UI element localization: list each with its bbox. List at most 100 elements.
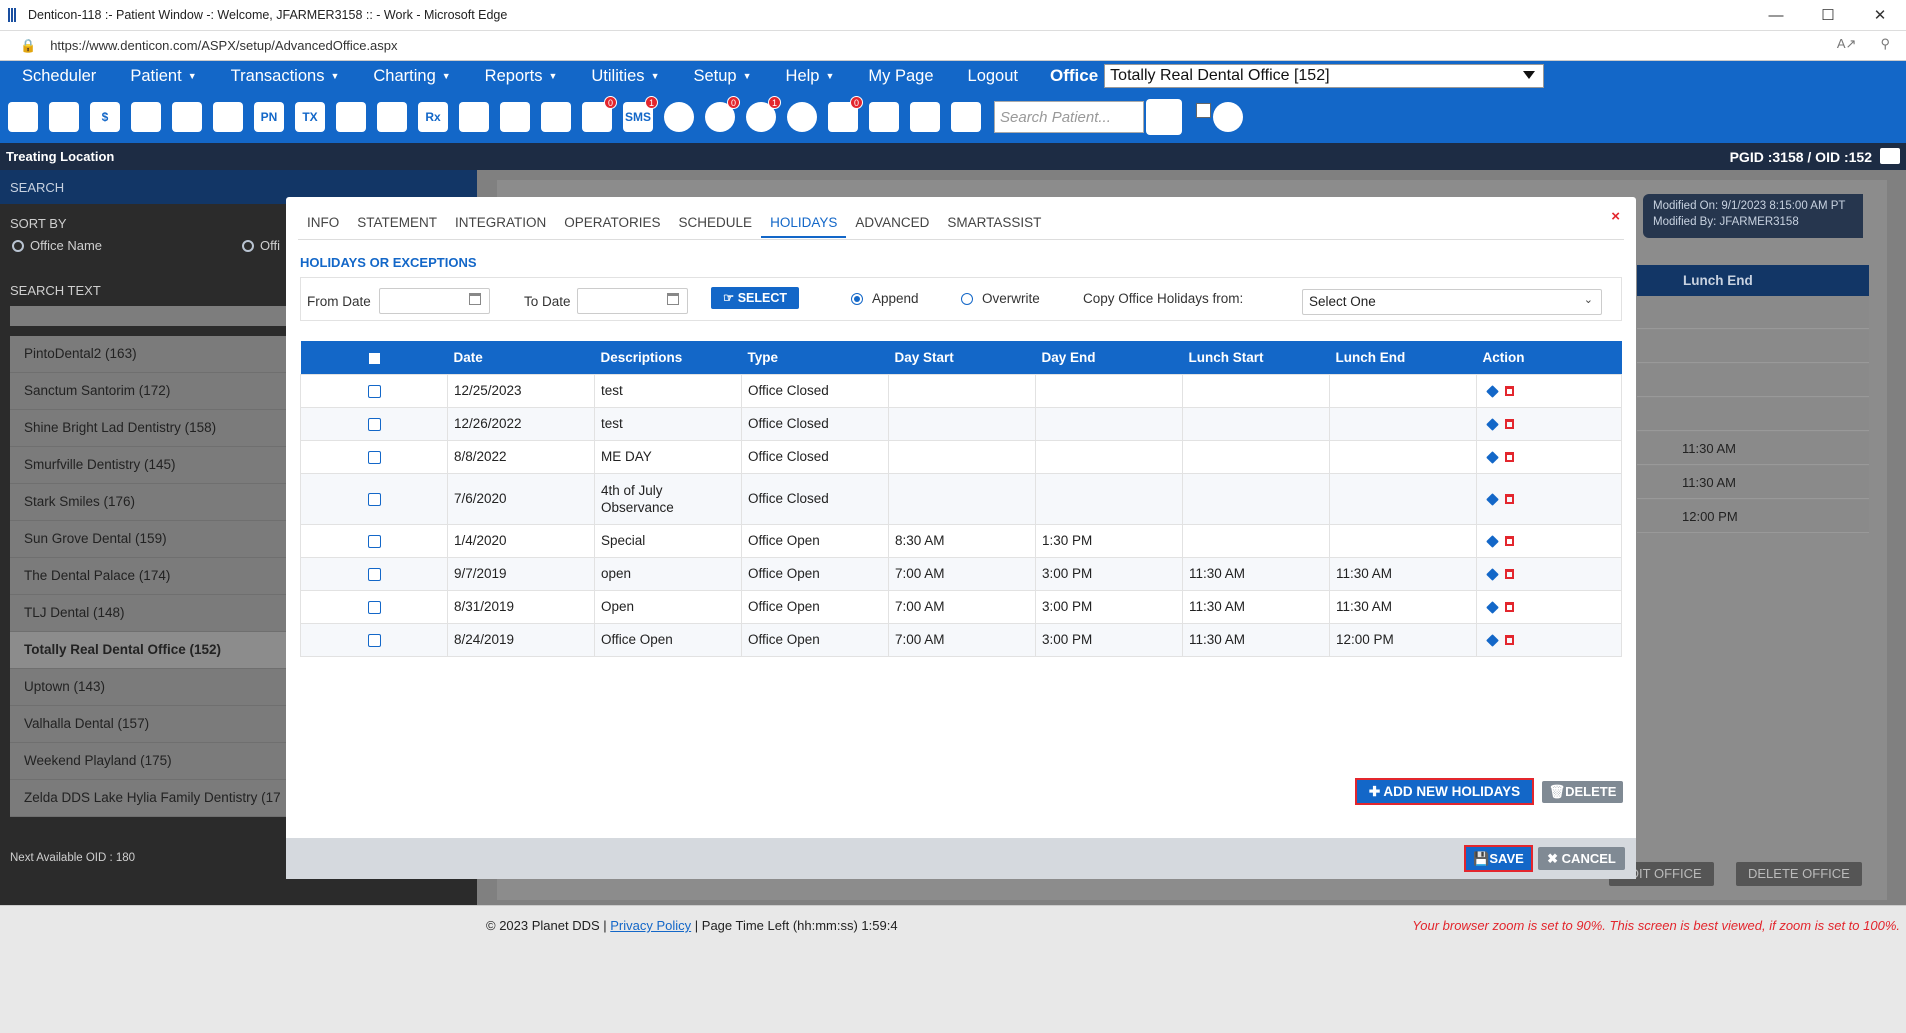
calendar-icon[interactable]	[667, 293, 679, 305]
pencil-icon[interactable]	[1486, 385, 1499, 398]
row-checkbox[interactable]	[367, 633, 381, 647]
maximize-button[interactable]: ☐	[1802, 0, 1854, 31]
trash-icon[interactable]	[1505, 536, 1514, 547]
col-lunch-start[interactable]: Lunch Start	[1182, 341, 1330, 374]
home-icon[interactable]	[6, 98, 40, 136]
col-type[interactable]: Type	[741, 341, 889, 374]
col-day-start[interactable]: Day Start	[888, 341, 1036, 374]
menu-reports[interactable]: Reports ▼	[485, 67, 558, 86]
tooth-chart-icon[interactable]	[211, 98, 245, 136]
close-window-button[interactable]: ✕	[1854, 0, 1906, 31]
pencil-icon[interactable]	[1486, 634, 1499, 647]
select-all-checkbox[interactable]	[368, 352, 380, 364]
to-date-input[interactable]	[577, 288, 688, 314]
group-icon[interactable]	[867, 98, 901, 136]
trash-icon[interactable]	[1505, 602, 1514, 613]
pencil-icon[interactable]	[1486, 601, 1499, 614]
message-icon[interactable]	[457, 98, 491, 136]
close-modal-icon[interactable]: ×	[1611, 208, 1620, 225]
tab-integration[interactable]: INTEGRATION	[446, 215, 555, 237]
menu-setup[interactable]: Setup ▼	[693, 67, 751, 86]
clock-icon[interactable]	[662, 98, 696, 136]
from-date-input[interactable]	[379, 288, 490, 314]
cancel-button[interactable]: ✖ CANCEL	[1538, 847, 1625, 870]
col-date[interactable]: Date	[447, 341, 595, 374]
dollar-icon[interactable]: $	[88, 98, 122, 136]
print-icon[interactable]	[908, 98, 942, 136]
sort-office-name-radio[interactable]: Office Name	[12, 238, 102, 253]
privacy-policy-link[interactable]: Privacy Policy	[610, 918, 691, 933]
overwrite-radio[interactable]: Overwrite	[961, 291, 1040, 306]
select-button[interactable]: ☞ SELECT	[711, 287, 799, 309]
trash-icon[interactable]	[1505, 569, 1514, 580]
col-lunch-end[interactable]: Lunch End	[1329, 341, 1477, 374]
tab-schedule[interactable]: SCHEDULE	[670, 215, 762, 237]
save-button[interactable]: 💾SAVE	[1464, 845, 1533, 872]
lock-icon[interactable]: 🔒	[20, 38, 36, 54]
web-icon[interactable]	[785, 98, 819, 136]
url-field[interactable]: https://www.denticon.com/ASPX/setup/Adva…	[50, 38, 397, 53]
row-checkbox[interactable]	[367, 567, 381, 581]
calendar-icon[interactable]	[47, 98, 81, 136]
row-checkbox[interactable]	[367, 384, 381, 398]
delete-office-button[interactable]: DELETE OFFICE	[1736, 862, 1862, 886]
chat-icon[interactable]: 0	[580, 96, 617, 136]
delete-holidays-button[interactable]: 🗑DELETE	[1542, 781, 1623, 803]
tab-operatories[interactable]: OPERATORIES	[555, 215, 669, 237]
row-checkbox[interactable]	[367, 417, 381, 431]
toolbar-checkbox[interactable]	[1196, 102, 1211, 118]
read-aloud-icon[interactable]: A↗	[1837, 36, 1857, 52]
col-descriptions[interactable]: Descriptions	[594, 341, 742, 374]
printer-icon[interactable]	[1880, 148, 1900, 164]
collapse-icon[interactable]	[949, 98, 983, 136]
treatment-icon[interactable]: TX	[293, 98, 327, 136]
append-radio[interactable]: Append	[851, 291, 919, 306]
trash-icon[interactable]	[1505, 386, 1514, 397]
pencil-icon[interactable]	[1486, 535, 1499, 548]
trash-icon[interactable]	[1505, 419, 1514, 430]
search-patient-input[interactable]: Search Patient...	[994, 101, 1144, 133]
search-person-icon[interactable]	[1146, 99, 1182, 135]
pencil-icon[interactable]	[1486, 418, 1499, 431]
task-icon[interactable]: 0	[826, 96, 863, 136]
tooth-icon[interactable]	[170, 98, 204, 136]
menu-patient[interactable]: Patient ▼	[130, 67, 196, 86]
globe-icon[interactable]: 0	[703, 96, 740, 136]
menu-scheduler[interactable]: Scheduler	[22, 67, 96, 86]
menu-transactions[interactable]: Transactions ▼	[231, 67, 340, 86]
add-family-icon[interactable]	[375, 98, 409, 136]
row-checkbox[interactable]	[367, 492, 381, 506]
email-icon[interactable]	[539, 98, 573, 136]
sort-office-other-radio[interactable]: Offi	[242, 238, 280, 253]
sms-icon[interactable]: SMS 1	[621, 96, 658, 136]
tab-holidays[interactable]: HOLIDAYS	[761, 215, 847, 238]
zoom-icon[interactable]: ⚲	[1880, 36, 1890, 52]
notes-icon[interactable]	[129, 98, 163, 136]
add-patient-icon[interactable]	[334, 98, 368, 136]
menu-my-page[interactable]: My Page	[868, 67, 933, 86]
row-checkbox[interactable]	[367, 534, 381, 548]
tab-statement[interactable]: STATEMENT	[348, 215, 446, 237]
calendar-icon[interactable]	[469, 293, 481, 305]
prescription-icon[interactable]: Rx	[416, 98, 450, 136]
tab-advanced[interactable]: ADVANCED	[846, 215, 938, 237]
row-checkbox[interactable]	[367, 600, 381, 614]
document-icon[interactable]	[498, 98, 532, 136]
col-day-end[interactable]: Day End	[1035, 341, 1183, 374]
menu-logout[interactable]: Logout	[968, 67, 1018, 86]
add-new-holidays-button[interactable]: ✚ ADD NEW HOLIDAYS	[1355, 778, 1534, 805]
pencil-icon[interactable]	[1486, 493, 1499, 506]
office-select[interactable]: Totally Real Dental Office [152]	[1104, 64, 1545, 88]
menu-help[interactable]: Help ▼	[786, 67, 835, 86]
copy-holidays-select[interactable]: Select One ⌄	[1302, 289, 1602, 315]
trash-icon[interactable]	[1505, 494, 1514, 505]
menu-charting[interactable]: Charting ▼	[373, 67, 450, 86]
tab-info[interactable]: INFO	[298, 215, 348, 237]
support-icon[interactable]: 1	[744, 96, 781, 136]
row-checkbox[interactable]	[367, 450, 381, 464]
trash-icon[interactable]	[1505, 635, 1514, 646]
pencil-icon[interactable]	[1486, 568, 1499, 581]
menu-utilities[interactable]: Utilities ▼	[591, 67, 659, 86]
tab-smartassist[interactable]: SMARTASSIST	[938, 215, 1050, 237]
pencil-icon[interactable]	[1486, 451, 1499, 464]
